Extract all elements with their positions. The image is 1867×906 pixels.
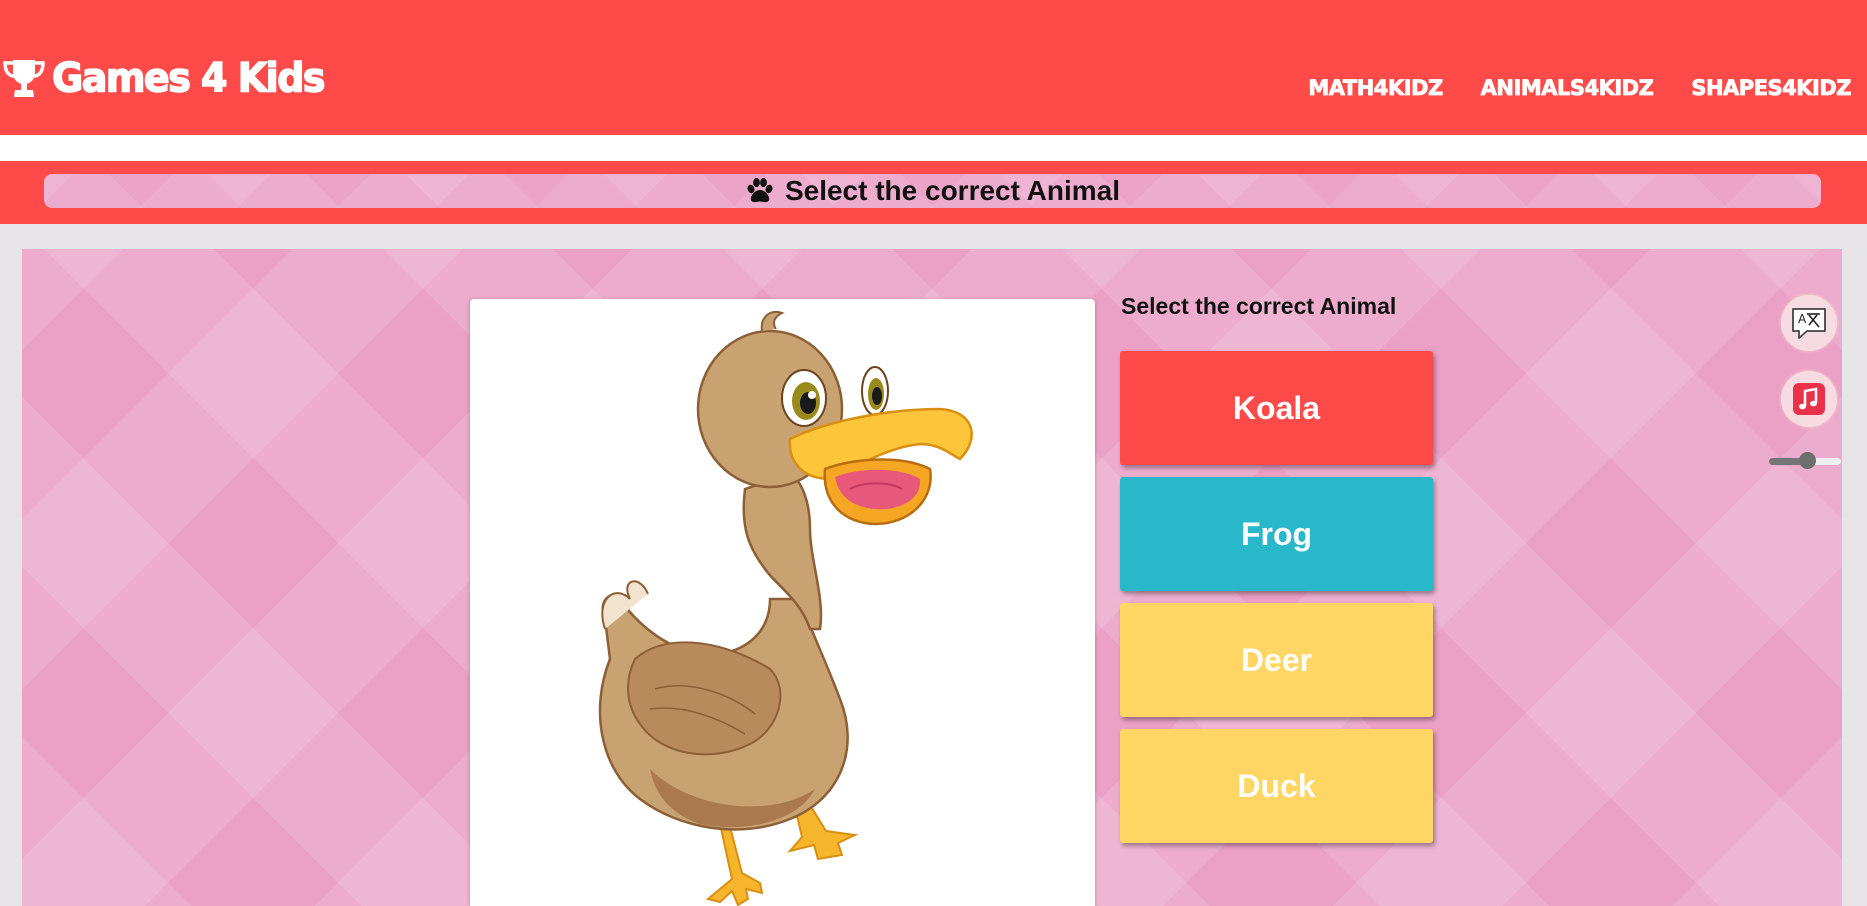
top-header: Games 4 Kids MATH4KIDZ ANIMALS4KIDZ SHAP…: [0, 0, 1867, 135]
answer-label: Frog: [1240, 515, 1313, 552]
nav-link-shapes4kidz[interactable]: SHAPES4KIDZ: [1691, 76, 1852, 101]
nav-link-math4kidz[interactable]: MATH4KIDZ: [1308, 76, 1444, 101]
question-prompt: Select the correct Animal: [1121, 293, 1397, 319]
answer-button-koala[interactable]: Koala: [1120, 351, 1433, 465]
animal-picture-card: [470, 299, 1095, 906]
translate-icon: A: [1792, 308, 1826, 339]
answer-label: Deer: [1240, 641, 1313, 678]
volume-thumb[interactable]: [1799, 452, 1817, 469]
answer-button-duck[interactable]: Duck: [1120, 729, 1433, 843]
answer-label: Koala: [1232, 389, 1321, 426]
answer-button-frog[interactable]: Frog: [1120, 477, 1433, 591]
music-note-icon: [1793, 383, 1825, 415]
answer-label: Duck: [1237, 767, 1316, 804]
music-toggle-button[interactable]: [1781, 371, 1837, 427]
paw-icon: [747, 177, 773, 203]
header-divider: [0, 135, 1867, 161]
svg-text:A: A: [1798, 312, 1807, 326]
volume-slider[interactable]: [1769, 452, 1841, 469]
translate-button[interactable]: A: [1781, 295, 1837, 351]
nav-link-animals4kidz[interactable]: ANIMALS4KIDZ: [1480, 76, 1654, 101]
main-nav: MATH4KIDZ ANIMALS4KIDZ SHAPES4KIDZ: [1308, 76, 1852, 101]
brand-logo-link[interactable]: Games 4 Kids: [2, 54, 326, 102]
brand-name: Games 4 Kids: [51, 54, 326, 102]
page-title-bar: Select the correct Animal: [44, 174, 1821, 208]
duck-illustration: [598, 311, 973, 906]
page-title: Select the correct Animal: [784, 175, 1121, 206]
answer-button-deer[interactable]: Deer: [1120, 603, 1433, 717]
trophy-icon: [3, 60, 45, 97]
